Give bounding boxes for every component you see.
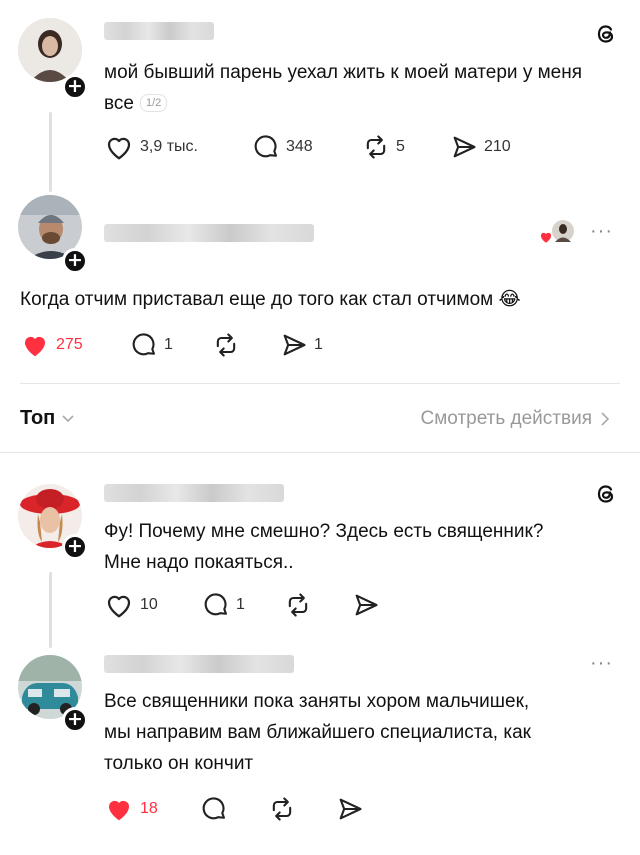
divider (20, 383, 620, 384)
share-button[interactable] (352, 591, 380, 619)
author-avatar-icon (552, 220, 574, 242)
reply-text-line-3: только он кончит (104, 753, 254, 774)
liked-by-author-badge (538, 220, 574, 246)
comment-button[interactable]: 1 (202, 591, 245, 619)
more-options-icon[interactable]: ··· (590, 652, 613, 675)
repost-icon (216, 333, 236, 357)
small-heart-icon (540, 232, 552, 243)
avatar[interactable] (18, 18, 82, 82)
reply-text-line-1: Все священники пока заняты хором мальчиш… (104, 691, 530, 712)
username-blurred[interactable] (104, 655, 294, 673)
chevron-right-icon (601, 412, 610, 426)
share-count: 1 (314, 336, 323, 353)
username-blurred[interactable] (104, 484, 284, 502)
sort-label: Топ (20, 407, 56, 429)
like-button[interactable]: 3,9 тыс. (104, 133, 198, 161)
comment-icon (254, 135, 277, 158)
username-blurred[interactable] (104, 22, 214, 40)
comment-icon (204, 593, 227, 616)
comment-count: 1 (236, 596, 245, 613)
sort-dropdown[interactable]: Топ (20, 407, 75, 430)
thread-line (49, 112, 52, 192)
comment-icon (132, 333, 155, 356)
heart-icon (107, 137, 131, 160)
like-count: 275 (56, 336, 83, 353)
heart-filled-icon (109, 800, 129, 821)
username-blurred[interactable] (104, 224, 314, 242)
repost-button[interactable] (284, 591, 312, 619)
post-text: мой бывший парень уехал жить к моей мате… (104, 57, 604, 119)
send-icon (453, 136, 476, 158)
like-count: 18 (140, 800, 158, 817)
follow-plus-icon[interactable]: + (62, 534, 88, 560)
threads-logo-icon[interactable] (592, 480, 620, 508)
view-activity-link[interactable]: Смотреть действия (421, 408, 610, 430)
send-icon (283, 334, 306, 356)
share-button[interactable] (336, 795, 364, 823)
like-button[interactable]: 18 (104, 795, 158, 823)
view-activity-label: Смотреть действия (420, 408, 592, 429)
comment-button[interactable]: 348 (252, 133, 313, 161)
comment-count: 348 (286, 138, 313, 155)
like-count: 10 (140, 596, 158, 613)
more-options-icon[interactable]: ··· (590, 220, 613, 243)
like-count: 3,9 тыс. (140, 138, 198, 155)
post-text-body: мой бывший парень уехал жить к моей мате… (104, 62, 583, 114)
threads-logo-icon[interactable] (592, 20, 620, 48)
divider (0, 452, 640, 453)
chevron-down-icon (62, 414, 74, 422)
reply-text: Когда отчим приставал еще до того как ст… (20, 284, 620, 315)
repost-icon (288, 593, 308, 617)
repost-icon (366, 135, 386, 159)
follow-plus-icon[interactable]: + (62, 74, 88, 100)
comment-icon (202, 797, 225, 820)
repost-count: 5 (396, 138, 405, 155)
repost-icon (272, 797, 292, 821)
post-text-line-1: Фу! Почему мне смешно? Здесь есть священ… (104, 521, 544, 542)
like-button[interactable]: 10 (104, 591, 158, 619)
repost-button[interactable]: 5 (362, 133, 405, 161)
like-button[interactable]: 275 (20, 331, 83, 359)
comment-button[interactable] (200, 795, 228, 823)
send-icon (339, 798, 362, 820)
heart-icon (107, 595, 131, 618)
share-button[interactable]: 1 (280, 331, 323, 359)
laughing-emoji: 😂 (498, 289, 521, 310)
repost-button[interactable] (212, 331, 240, 359)
comment-count: 1 (164, 336, 173, 353)
share-count: 210 (484, 138, 511, 155)
pager-badge[interactable]: 1/2 (139, 94, 168, 112)
follow-plus-icon[interactable]: + (62, 707, 88, 733)
share-button[interactable]: 210 (450, 133, 511, 161)
comment-button[interactable]: 1 (130, 331, 173, 359)
follow-plus-icon[interactable]: + (62, 248, 88, 274)
post-text-line-2: Мне надо покаяться.. (104, 552, 294, 573)
send-icon (355, 594, 378, 616)
thread-line (49, 572, 52, 648)
reply-text-line-2: мы направим вам ближайшего специалиста, … (104, 722, 531, 743)
repost-button[interactable] (268, 795, 296, 823)
reply-text-body: Когда отчим приставал еще до того как ст… (20, 289, 494, 310)
heart-filled-icon (25, 336, 45, 357)
